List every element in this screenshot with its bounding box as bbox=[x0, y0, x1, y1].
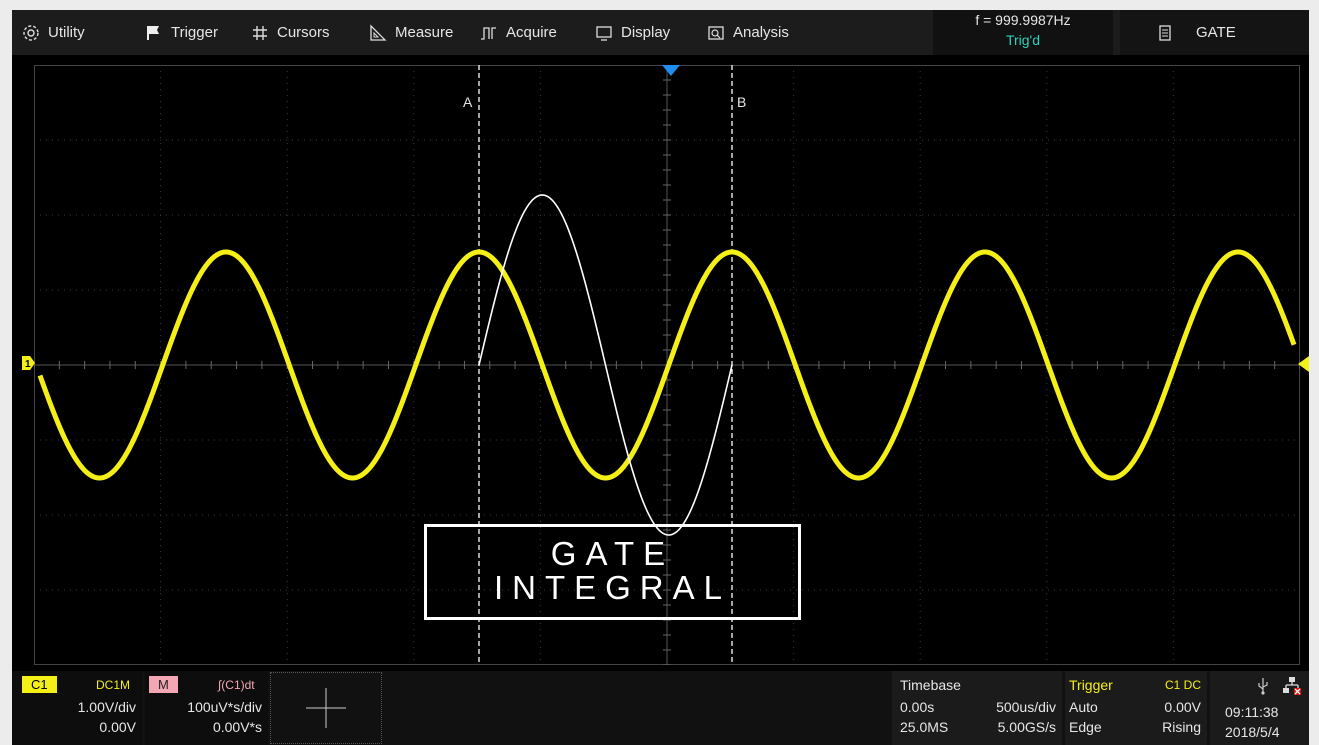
trigger-status: Trig'd bbox=[1005, 32, 1041, 48]
math-function: ∫(C1)dt bbox=[218, 678, 255, 692]
menu-display-label: Display bbox=[621, 24, 671, 41]
ch1-marker-label: 1 bbox=[25, 359, 31, 370]
menu-acquire[interactable]: Acquire bbox=[480, 10, 557, 55]
c1-scale: 1.00V/div bbox=[77, 699, 136, 715]
clock-date: 2018/5/4 bbox=[1225, 724, 1280, 740]
menu-utility[interactable]: Utility bbox=[22, 10, 85, 55]
trigger-slope: Rising bbox=[1162, 719, 1201, 735]
c1-offset: 0.00V bbox=[99, 719, 136, 735]
ruler-triangle-icon bbox=[369, 23, 387, 42]
menu-analysis[interactable]: Analysis bbox=[707, 10, 789, 55]
analysis-icon bbox=[707, 24, 725, 42]
trigger-cell[interactable]: Trigger C1 DC Auto 0.00V Edge Rising bbox=[1065, 671, 1207, 745]
document-icon bbox=[1156, 24, 1174, 42]
trigger-position-marker[interactable] bbox=[662, 64, 680, 82]
menu-cursors[interactable]: Cursors bbox=[251, 10, 330, 55]
trigger-title: Trigger bbox=[1069, 677, 1113, 693]
menu-utility-label: Utility bbox=[48, 24, 85, 41]
c1-coupling: DC1M bbox=[96, 678, 131, 692]
cursor-a-label: A bbox=[463, 94, 473, 110]
math-channel-cell[interactable]: M ∫(C1)dt 100uV*s/div 0.00V*s bbox=[145, 671, 268, 745]
gear-icon bbox=[22, 24, 40, 42]
gate-integral-overlay: GATE INTEGRAL bbox=[424, 524, 801, 620]
trigger-mode: Auto bbox=[1069, 699, 1098, 715]
math-tag: M bbox=[149, 676, 178, 693]
c1-tag: C1 bbox=[22, 676, 57, 693]
flag-icon bbox=[145, 24, 163, 42]
add-channel-slot[interactable] bbox=[270, 672, 382, 744]
trigger-type: Edge bbox=[1069, 719, 1102, 735]
timebase-cell[interactable]: Timebase 0.00s 500us/div 25.0MS 5.00GS/s bbox=[892, 671, 1062, 745]
ch1-offset-marker[interactable]: 1 bbox=[22, 356, 36, 375]
menu-trigger[interactable]: Trigger bbox=[145, 10, 218, 55]
frequency-status-box: f = 999.9987Hz Trig'd bbox=[933, 10, 1113, 55]
menu-display[interactable]: Display bbox=[595, 10, 670, 55]
menu-trigger-label: Trigger bbox=[171, 24, 218, 41]
clock-time: 09:11:38 bbox=[1225, 704, 1279, 720]
trigger-source: C1 DC bbox=[1164, 678, 1201, 692]
clock-cell: 09:11:38 2018/5/4 bbox=[1210, 671, 1309, 745]
overlay-line-1: GATE bbox=[550, 535, 675, 572]
sample-rate: 5.00GS/s bbox=[997, 719, 1056, 735]
menu-analysis-label: Analysis bbox=[733, 24, 789, 41]
timebase-scale: 500us/div bbox=[996, 699, 1056, 715]
c1-channel-cell[interactable]: C1 DC1M 1.00V/div 0.00V bbox=[12, 671, 142, 745]
pulse-icon bbox=[480, 24, 498, 42]
timebase-title: Timebase bbox=[900, 677, 961, 693]
trigger-level: 0.00V bbox=[1164, 699, 1201, 715]
menu-cursors-label: Cursors bbox=[277, 24, 330, 41]
mode-label: GATE bbox=[1196, 24, 1236, 41]
menu-measure[interactable]: Measure bbox=[369, 10, 453, 55]
timebase-delay: 0.00s bbox=[900, 699, 935, 715]
status-bar: C1 DC1M 1.00V/div 0.00V M ∫(C1)dt 100uV*… bbox=[12, 671, 1309, 745]
network-error-icon bbox=[1282, 676, 1302, 701]
cursor-b-label: B bbox=[737, 94, 747, 110]
menu-measure-label: Measure bbox=[395, 24, 454, 41]
monitor-icon bbox=[595, 24, 613, 42]
menu-acquire-label: Acquire bbox=[506, 24, 557, 41]
frequency-readout: f = 999.9987Hz bbox=[975, 12, 1071, 28]
trigger-level-marker[interactable] bbox=[1298, 356, 1309, 377]
memory-depth: 25.0MS bbox=[900, 719, 949, 735]
hash-icon bbox=[251, 24, 269, 42]
menu-bar: Utility Trigger Cursors Measure Acquire bbox=[12, 10, 1309, 55]
math-scale: 100uV*s/div bbox=[187, 699, 262, 715]
overlay-line-2: INTEGRAL bbox=[493, 569, 732, 606]
usb-icon bbox=[1256, 677, 1270, 700]
oscilloscope-screen: Utility Trigger Cursors Measure Acquire bbox=[12, 10, 1309, 745]
mode-button[interactable]: GATE bbox=[1120, 10, 1309, 55]
math-offset: 0.00V*s bbox=[212, 719, 262, 735]
plus-icon bbox=[306, 688, 346, 728]
